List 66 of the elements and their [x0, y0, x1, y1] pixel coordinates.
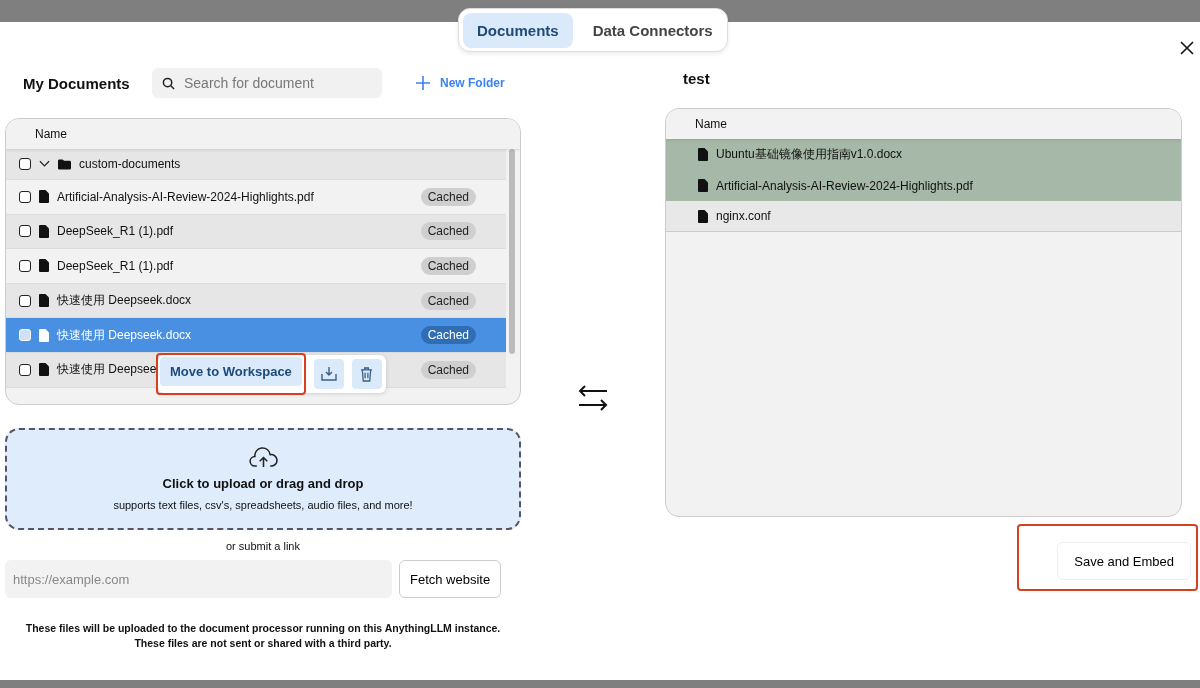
checkbox[interactable] — [19, 294, 31, 307]
file-name: DeepSeek_R1 (1).pdf — [57, 259, 174, 273]
file-row[interactable]: 快速使用 Deepseek.docx Cached — [6, 283, 506, 319]
checkbox[interactable] — [19, 260, 31, 272]
workspace-row[interactable]: Ubuntu基础镜像使用指南v1.0.docx — [666, 139, 1181, 170]
chevron-icon[interactable] — [39, 160, 50, 168]
file-icon — [39, 259, 49, 273]
url-field[interactable]: https://example.com — [5, 560, 392, 598]
swap-arrows-icon[interactable] — [578, 385, 608, 411]
file-row[interactable]: DeepSeek_R1 (1).pdf Cached — [6, 214, 506, 250]
delete-button[interactable] — [351, 359, 382, 389]
upload-title: Click to upload or drag and drop — [162, 476, 364, 491]
search-field[interactable]: Search for document — [152, 68, 382, 98]
workspace-row[interactable]: Artificial-Analysis-AI-Review-2024-Highlights.pdf — [666, 170, 1181, 201]
notice-text: These files will be uploaded to the document processor running on this AnythingLLM instance. — [25, 622, 501, 634]
cached-badge: Cached — [420, 360, 476, 379]
upload-dropzone[interactable]: Click to upload or drag and drop supports text files, csv's, spreadsheets, audio files, and more! — [5, 428, 521, 530]
checkbox[interactable] — [19, 225, 31, 238]
section-title: My Documents — [23, 74, 131, 92]
cached-badge: Cached — [420, 257, 476, 275]
folder-icon — [58, 158, 71, 170]
file-name: 快速使用 Deepseek.docx — [57, 292, 192, 310]
column-header: Name — [695, 117, 727, 131]
file-icon — [698, 209, 708, 223]
cached-badge: Cached — [420, 222, 476, 241]
plus-icon — [416, 76, 430, 90]
cached-badge: Cached — [420, 187, 476, 206]
file-name: nginx.conf — [716, 209, 771, 223]
upload-hint: supports text files, csv's, spreadsheets, audio files, and more! — [113, 499, 413, 511]
file-name: 快速使用 Deepseek.docx — [57, 326, 192, 344]
file-icon — [39, 328, 49, 342]
cloud-upload-icon — [248, 447, 278, 468]
tray-arrow-icon — [320, 366, 337, 382]
file-name: DeepSeek_R1 (1).pdf — [57, 224, 174, 239]
folder-name: custom-documents — [79, 157, 181, 171]
checkbox[interactable] — [19, 158, 31, 170]
file-icon — [39, 294, 49, 308]
tab[interactable]: Documents — [463, 12, 573, 48]
file-row[interactable]: 快速使用 Deepseek.docx Cached — [6, 318, 506, 353]
file-name: Artificial-Analysis-AI-Review-2024-Highlights.pdf — [716, 178, 973, 193]
move-icon-button[interactable] — [313, 359, 344, 389]
file-icon — [39, 224, 49, 238]
cached-badge: Cached — [420, 326, 476, 345]
folder-row[interactable]: custom-documents — [6, 149, 506, 180]
workspace-row[interactable]: nginx.conf — [666, 201, 1181, 232]
save-and-embed-button[interactable]: Save and Embed — [1057, 542, 1191, 580]
move-to-workspace-button[interactable]: Move to Workspace — [160, 357, 302, 386]
file-name: Artificial-Analysis-AI-Review-2024-Highlights.pdf — [57, 189, 314, 204]
notice-text: These files are not sent or shared with a third party. — [134, 637, 392, 649]
file-icon — [39, 190, 49, 204]
checkbox[interactable] — [19, 363, 31, 376]
file-icon — [39, 363, 49, 377]
close-icon[interactable] — [1180, 41, 1194, 55]
new-folder-button[interactable]: New Folder — [416, 76, 505, 90]
file-name: Ubuntu基础镜像使用指南v1.0.docx — [716, 146, 903, 163]
tab[interactable]: Data Connectors — [578, 12, 727, 48]
link-label: or submit a link — [226, 540, 300, 552]
workspace-title: test — [683, 69, 711, 89]
column-header: Name — [35, 127, 67, 141]
fetch-website-button[interactable]: Fetch website — [399, 560, 502, 598]
cached-badge: Cached — [420, 291, 476, 310]
file-icon — [698, 148, 708, 161]
file-icon — [698, 179, 708, 192]
checkbox[interactable] — [19, 190, 31, 203]
trash-icon — [360, 366, 374, 382]
file-name: 快速使用 Deepsee — [57, 361, 157, 379]
